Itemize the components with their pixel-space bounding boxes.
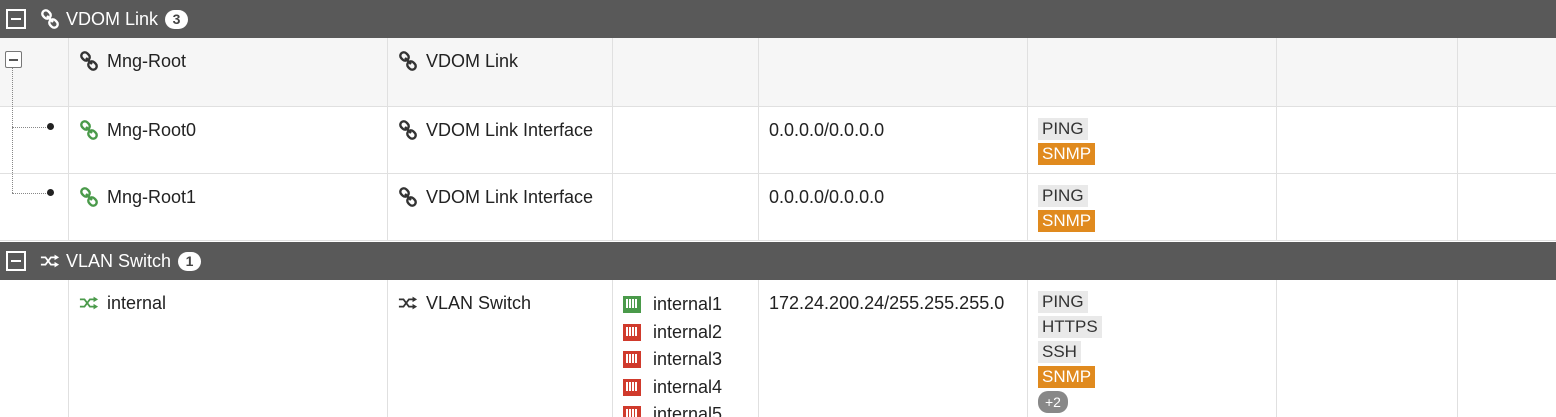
member-name: internal3 <box>653 349 723 370</box>
interface-type: VDOM Link Interface <box>426 187 594 207</box>
interface-type: VDOM Link <box>426 51 519 71</box>
ethernet-port-icon <box>623 296 641 314</box>
ethernet-port-icon <box>623 351 641 369</box>
more-access-badge[interactable]: +2 <box>1038 391 1068 413</box>
link-icon <box>79 120 99 140</box>
member-item: internal4 <box>623 374 722 402</box>
group-count-badge: 1 <box>178 251 202 271</box>
interface-name: Mng-Root <box>107 51 187 71</box>
access-tag-https: HTTPS <box>1038 316 1102 338</box>
tree-line <box>12 68 13 193</box>
interface-name[interactable]: Mng-Root0 <box>107 118 196 142</box>
member-list: internal1 internal2 internal3 internal4 … <box>623 291 722 417</box>
shuffle-icon <box>79 293 99 313</box>
interface-name[interactable]: Mng-Root1 <box>107 185 196 209</box>
interface-name[interactable]: internal <box>107 291 166 315</box>
tree-line <box>12 193 48 194</box>
group-header-vlan-switch[interactable]: VLAN Switch 1 <box>0 242 1556 280</box>
table-row[interactable]: Mng-Root1 VDOM Link Interface 0.0.0.0/0.… <box>0 174 1556 241</box>
group-header-vdom-link[interactable]: VDOM Link 3 <box>0 0 1556 38</box>
link-icon <box>398 51 418 71</box>
link-icon <box>79 187 99 207</box>
interface-type: VDOM Link Interface <box>426 120 594 140</box>
shuffle-icon <box>398 293 418 313</box>
group-title: VDOM Link <box>66 8 159 29</box>
tree-collapse-toggle[interactable] <box>5 51 22 68</box>
interface-type: VLAN Switch <box>426 293 532 313</box>
ip-netmask: 0.0.0.0/0.0.0.0 <box>769 187 885 207</box>
member-name: internal2 <box>653 321 723 342</box>
shuffle-icon <box>40 251 60 271</box>
link-icon <box>79 51 99 71</box>
member-item: internal1 <box>623 291 722 319</box>
access-tag-snmp: SNMP <box>1038 210 1096 232</box>
ethernet-port-icon <box>623 378 641 396</box>
member-name: internal4 <box>653 376 723 397</box>
tree-node-dot <box>47 189 54 196</box>
member-name: internal5 <box>653 404 723 417</box>
member-item: internal2 <box>623 319 722 347</box>
tree-node-dot <box>47 123 54 130</box>
ip-netmask: 0.0.0.0/0.0.0.0 <box>769 120 885 140</box>
link-icon <box>398 120 418 140</box>
table-row[interactable]: Mng-Root VDOM Link <box>0 38 1556 107</box>
table-row[interactable]: Mng-Root0 VDOM Link Interface 0.0.0.0/0.… <box>0 107 1556 174</box>
access-tag-ping: PING <box>1038 291 1088 313</box>
access-tag-snmp: SNMP <box>1038 366 1096 388</box>
collapse-toggle[interactable] <box>6 9 26 29</box>
group-title: VLAN Switch <box>66 250 172 271</box>
ethernet-port-icon <box>623 323 641 341</box>
group-count-badge: 3 <box>165 9 189 29</box>
access-tag-ping: PING <box>1038 118 1088 140</box>
access-tag-ping: PING <box>1038 185 1088 207</box>
ip-netmask: 172.24.200.24/255.255.255.0 <box>769 293 1005 313</box>
ethernet-port-icon <box>623 406 641 417</box>
member-item: internal3 <box>623 346 722 374</box>
tree-line <box>12 127 48 128</box>
member-name: internal1 <box>653 294 723 315</box>
link-icon <box>398 187 418 207</box>
access-tag-snmp: SNMP <box>1038 143 1096 165</box>
access-tag-ssh: SSH <box>1038 341 1081 363</box>
table-row[interactable]: internal VLAN Switch internal1 internal2… <box>0 280 1556 417</box>
collapse-toggle[interactable] <box>6 251 26 271</box>
member-item: internal5 <box>623 401 722 417</box>
link-icon <box>40 9 60 29</box>
